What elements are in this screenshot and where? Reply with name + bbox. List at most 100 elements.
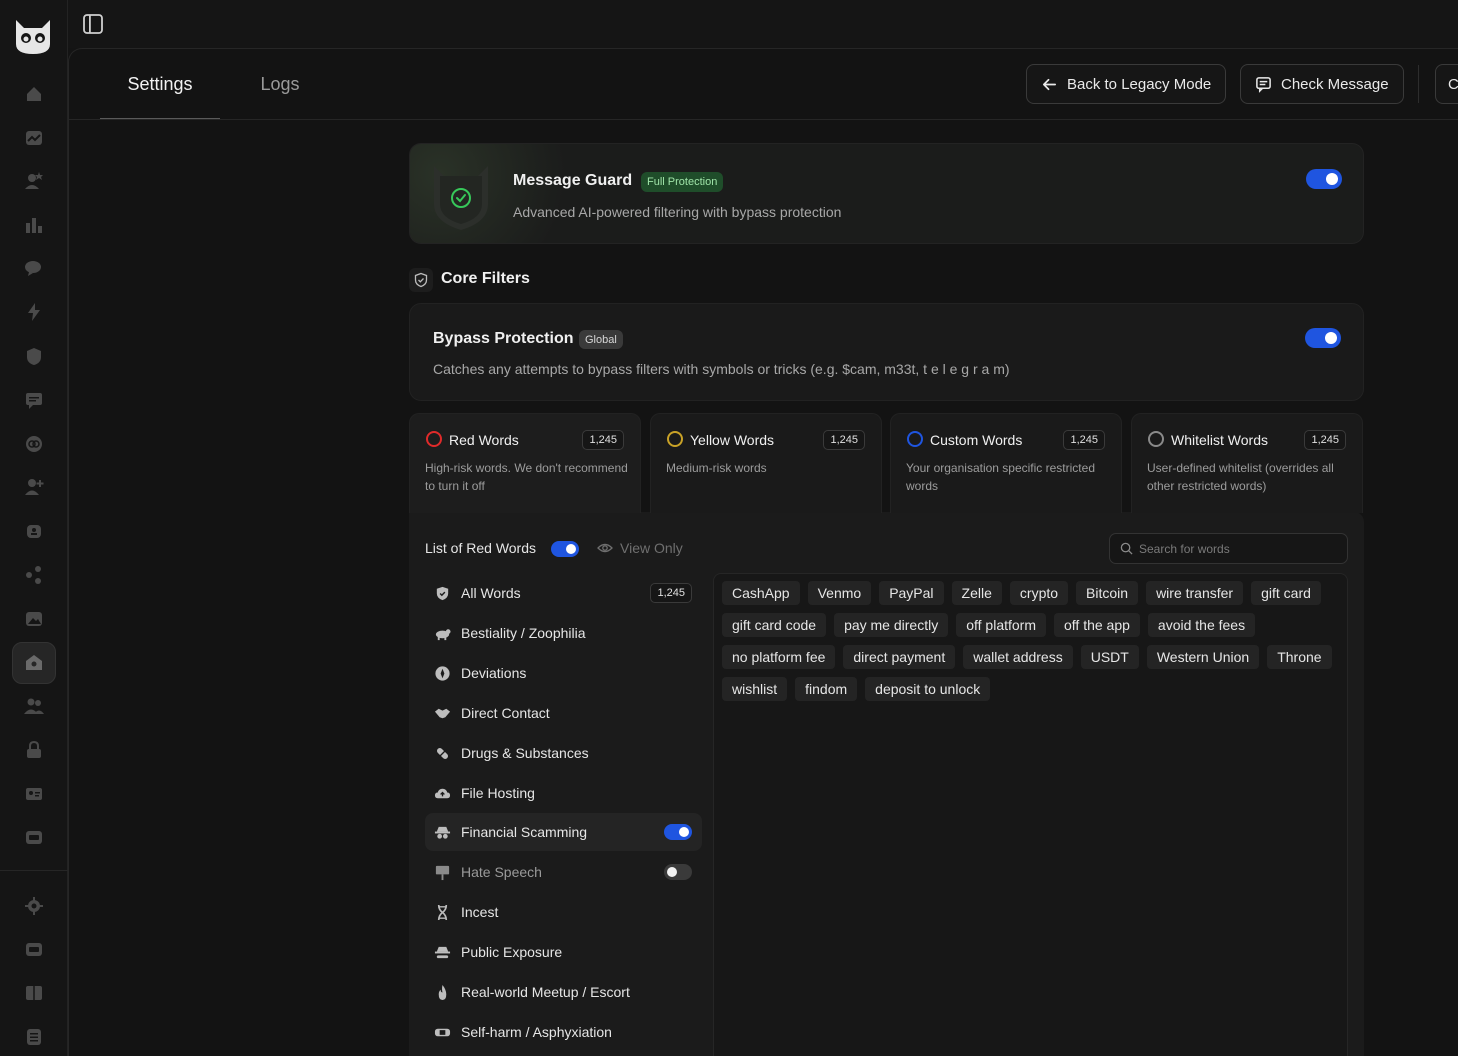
words-box: CashApp Venmo PayPal Zelle crypto Bitcoin wire… (713, 573, 1348, 1056)
link-circle-icon[interactable] (23, 433, 45, 455)
shield-home-icon[interactable] (23, 652, 45, 674)
lock-icon[interactable] (23, 739, 45, 761)
flame-icon (438, 984, 447, 1000)
category-drugs[interactable]: Drugs & Substances (425, 734, 702, 772)
whitelist-words-desc: User-defined whitelist (overrides all ot… (1147, 461, 1334, 493)
category-self-harm[interactable]: Self-harm / Asphyxiation (425, 1013, 702, 1051)
message-guard-toggle[interactable] (1306, 169, 1342, 189)
dna-icon (437, 904, 448, 920)
check-message-button[interactable]: Check Message (1240, 64, 1404, 104)
word-chip[interactable]: gift card code (722, 613, 827, 637)
word-chip[interactable]: wishlist (722, 677, 788, 701)
category-public-exposure[interactable]: Public Exposure (425, 933, 702, 971)
word-chip[interactable]: crypto (1009, 581, 1069, 605)
category-all-words[interactable]: All Words 1,245 (425, 574, 702, 612)
protest-sign-icon (435, 865, 450, 880)
tab-logs[interactable]: Logs (220, 49, 340, 120)
word-chip[interactable]: Venmo (807, 581, 872, 605)
red-words-desc: High-risk words. We don't recommend to t… (425, 461, 628, 493)
bar-chart-icon[interactable] (23, 214, 45, 236)
word-chip[interactable]: USDT (1080, 645, 1139, 669)
users-icon[interactable] (23, 695, 45, 717)
category-financial-scamming[interactable]: Financial Scamming (425, 813, 702, 851)
view-only-button[interactable]: View Only (597, 540, 683, 556)
message-icon (1256, 76, 1271, 93)
yellow-words-count: 1,245 (823, 430, 865, 450)
custom-words-title: Custom Words (930, 432, 1023, 448)
word-chip[interactable]: Bitcoin (1076, 581, 1139, 605)
list-toggle[interactable] (551, 541, 579, 557)
search-input[interactable] (1139, 541, 1339, 556)
user-star-icon[interactable] (23, 170, 45, 192)
word-chip[interactable]: wire transfer (1146, 581, 1244, 605)
animal-icon (435, 628, 451, 640)
word-chip[interactable]: CashApp (722, 581, 800, 605)
shield-chat-icon[interactable] (23, 345, 45, 367)
search-box[interactable] (1109, 533, 1348, 564)
word-chip[interactable]: off the app (1054, 613, 1140, 637)
shield-check-icon (434, 166, 488, 230)
financial-scamming-toggle[interactable] (664, 824, 692, 840)
sidebar-toggle-icon[interactable] (82, 13, 104, 35)
word-chip[interactable]: Throne (1267, 645, 1332, 669)
word-chip[interactable]: wallet address (963, 645, 1073, 669)
gear-icon[interactable] (23, 895, 45, 917)
word-chip[interactable]: avoid the fees (1147, 613, 1256, 637)
full-protection-badge: Full Protection (641, 172, 724, 192)
id-card-icon[interactable] (23, 783, 45, 805)
word-chip[interactable]: Western Union (1146, 645, 1260, 669)
bypass-protection-toggle[interactable] (1305, 328, 1341, 348)
analytics-icon[interactable] (23, 127, 45, 149)
yellow-words-card[interactable]: Yellow Words 1,245 Medium-risk words (650, 413, 882, 513)
category-direct-contact[interactable]: Direct Contact (425, 694, 702, 732)
word-chip[interactable]: findom (795, 677, 858, 701)
whitelist-words-card[interactable]: Whitelist Words 1,245 User-defined white… (1131, 413, 1363, 513)
category-label: Hate Speech (461, 864, 542, 880)
yellow-words-desc: Medium-risk words (666, 461, 767, 475)
nodes-icon[interactable] (23, 564, 45, 586)
cloud-upload-icon (434, 788, 451, 798)
category-hate-speech[interactable]: Hate Speech (425, 853, 702, 891)
image-icon[interactable] (23, 608, 45, 630)
back-to-legacy-label: Back to Legacy Mode (1067, 75, 1212, 93)
word-chip[interactable]: Zelle (951, 581, 1002, 605)
chat-bubbles-icon[interactable] (23, 257, 45, 279)
support-bot-icon[interactable] (23, 939, 45, 961)
category-label: Public Exposure (461, 944, 563, 960)
lightning-icon[interactable] (23, 301, 45, 323)
home-icon[interactable] (23, 83, 45, 105)
message-square-icon[interactable] (23, 389, 45, 411)
word-chip[interactable]: deposit to unlock (865, 677, 991, 701)
word-chip[interactable]: no platform fee (722, 645, 836, 669)
category-meetup-escort[interactable]: Real-world Meetup / Escort (425, 973, 702, 1011)
robot-icon[interactable] (23, 520, 45, 542)
back-to-legacy-button[interactable]: Back to Legacy Mode (1026, 64, 1227, 104)
message-guard-subtitle: Advanced AI-powered filtering with bypas… (513, 204, 842, 220)
tab-settings[interactable]: Settings (100, 49, 220, 120)
word-chip[interactable]: pay me directly (834, 613, 949, 637)
book-icon[interactable] (23, 982, 45, 1004)
red-words-card[interactable]: Red Words 1,245 High-risk words. We don'… (409, 413, 641, 513)
word-chip[interactable]: off platform (956, 613, 1046, 637)
word-chip[interactable]: direct payment (843, 645, 956, 669)
compass-icon (435, 665, 450, 681)
word-chip[interactable]: PayPal (879, 581, 944, 605)
hate-speech-toggle[interactable] (664, 864, 692, 880)
red-words-title: Red Words (449, 432, 519, 448)
category-deviations[interactable]: Deviations (425, 654, 702, 692)
owl-logo-icon[interactable] (12, 14, 54, 56)
left-rail (0, 0, 68, 1056)
core-filters-shield-icon (409, 268, 433, 292)
category-bestiality[interactable]: Bestiality / Zoophilia (425, 614, 702, 652)
custom-words-card[interactable]: Custom Words 1,245 Your organisation spe… (890, 413, 1122, 513)
user-add-icon[interactable] (23, 476, 45, 498)
view-only-label: View Only (620, 540, 683, 556)
category-count: 1,245 (650, 583, 692, 603)
list-doc-icon[interactable] (23, 1026, 45, 1048)
category-incest[interactable]: Incest (425, 893, 702, 931)
word-chip[interactable]: gift card (1251, 581, 1321, 605)
category-file-hosting[interactable]: File Hosting (425, 774, 702, 812)
red-dot-icon (426, 431, 442, 447)
bot-chat-icon[interactable] (23, 827, 45, 849)
third-header-button[interactable]: C (1435, 64, 1458, 104)
